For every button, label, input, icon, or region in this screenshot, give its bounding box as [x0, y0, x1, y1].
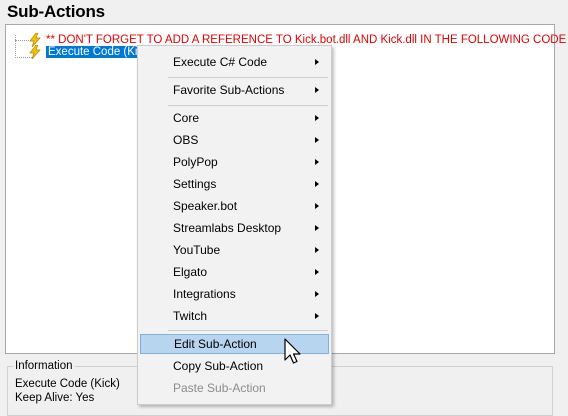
menu-item-label: Twitch	[173, 309, 208, 323]
menu-item-label: Elgato	[173, 265, 208, 279]
menu-item-core[interactable]: Core	[140, 108, 329, 128]
submenu-arrow-icon	[315, 225, 319, 231]
menu-item-polypop[interactable]: PolyPop	[140, 152, 329, 172]
menu-item-twitch[interactable]: Twitch	[140, 306, 329, 326]
information-label: Information	[13, 360, 75, 372]
menu-item-obs[interactable]: OBS	[140, 130, 329, 150]
menu-item-label: Integrations	[173, 287, 236, 301]
tree-item-execute-code[interactable]: Execute Code (Kick)	[28, 44, 155, 59]
submenu-arrow-icon	[315, 59, 319, 65]
submenu-arrow-icon	[315, 137, 319, 143]
submenu-arrow-icon	[315, 291, 319, 297]
mouse-pointer-icon	[284, 338, 301, 364]
menu-item-label: Execute C# Code	[173, 55, 268, 69]
submenu-arrow-icon	[315, 181, 319, 187]
menu-item-label: OBS	[173, 133, 199, 147]
menu-item-execute-csharp-code[interactable]: Execute C# Code	[140, 52, 329, 72]
submenu-arrow-icon	[315, 159, 319, 165]
panel-title: Sub-Actions	[7, 2, 105, 21]
menu-item-label: PolyPop	[173, 155, 218, 169]
menu-item-favorite-sub-actions[interactable]: Favorite Sub-Actions	[140, 80, 329, 100]
menu-item-label: Streamlabs Desktop	[173, 221, 282, 235]
menu-item-label: Edit Sub-Action	[174, 337, 257, 351]
menu-separator	[168, 105, 328, 106]
menu-item-label: Paste Sub-Action	[173, 381, 266, 395]
menu-item-label: Copy Sub-Action	[173, 359, 264, 373]
menu-item-youtube[interactable]: YouTube	[140, 240, 329, 260]
lightning-bolt-icon	[29, 44, 41, 59]
menu-item-label: Favorite Sub-Actions	[173, 83, 285, 97]
menu-item-label: Settings	[173, 177, 217, 191]
submenu-arrow-icon	[315, 115, 319, 121]
information-line: Keep Alive: Yes	[15, 392, 95, 404]
menu-item-label: Core	[173, 111, 200, 125]
submenu-arrow-icon	[315, 247, 319, 253]
menu-item-speaker-bot[interactable]: Speaker.bot	[140, 196, 329, 216]
menu-item-label: YouTube	[173, 243, 221, 257]
submenu-arrow-icon	[315, 87, 319, 93]
menu-item-streamlabs-desktop[interactable]: Streamlabs Desktop	[140, 218, 329, 238]
menu-item-elgato[interactable]: Elgato	[140, 262, 329, 282]
menu-item-paste-sub-action: Paste Sub-Action	[140, 378, 329, 398]
submenu-arrow-icon	[315, 269, 319, 275]
menu-item-integrations[interactable]: Integrations	[140, 284, 329, 304]
menu-item-label: Speaker.bot	[173, 199, 238, 213]
menu-separator	[168, 77, 328, 78]
information-line: Execute Code (Kick)	[15, 378, 120, 390]
submenu-arrow-icon	[315, 313, 319, 319]
menu-item-settings[interactable]: Settings	[140, 174, 329, 194]
submenu-arrow-icon	[315, 203, 319, 209]
menu-separator	[168, 330, 328, 331]
